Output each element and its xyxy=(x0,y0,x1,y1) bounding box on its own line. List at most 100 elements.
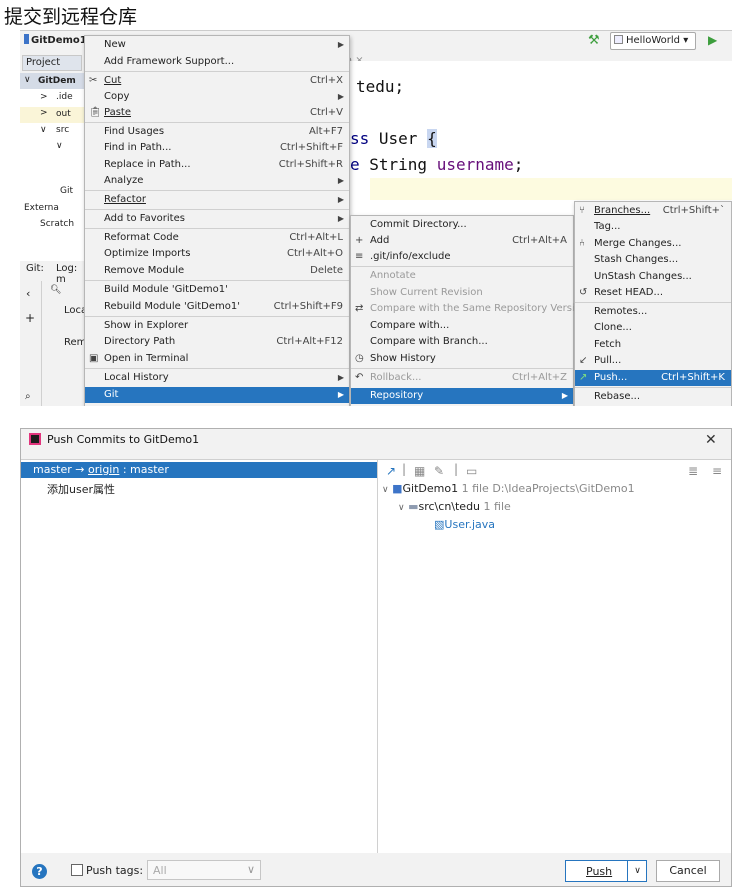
push-icon: ↗ xyxy=(579,372,588,383)
project-tool-tab[interactable]: Project xyxy=(22,55,82,71)
menu-item-open-in-terminal[interactable]: ▣ Open in Terminal xyxy=(85,351,349,367)
commit-item[interactable]: 添加user属性 xyxy=(47,481,115,497)
changes-dir-node[interactable]: ∨ ▬src\cn\tedu 1 file xyxy=(398,500,511,513)
menu-item-find-in-path[interactable]: Find in Path... Ctrl+Shift+F xyxy=(85,140,349,156)
menu-item-optimize-imports[interactable]: Optimize Imports Ctrl+Alt+O xyxy=(85,246,349,262)
branch-push-row[interactable]: master → origin : master xyxy=(21,462,377,478)
menu-item-directory-path[interactable]: Directory Path Ctrl+Alt+F12 xyxy=(85,334,349,350)
tree-item[interactable]: GitDem xyxy=(38,76,76,86)
git-side-toolbar: ‹ + ⌕ xyxy=(20,281,42,406)
tree-item[interactable]: Externa xyxy=(24,203,59,213)
menu-item-compare-with-branch[interactable]: Compare with Branch... xyxy=(351,334,573,350)
menu-item-repository[interactable]: Repository ▶ xyxy=(351,388,573,404)
menu-item-tag[interactable]: Tag... xyxy=(575,219,731,235)
menu-item-show-history[interactable]: ◷ Show History xyxy=(351,351,573,367)
menu-item-compare-with[interactable]: Compare with... xyxy=(351,318,573,334)
search-icon[interactable]: ⌕ xyxy=(25,391,31,402)
menu-item-reset-head[interactable]: ↺ Reset HEAD... xyxy=(575,285,731,301)
menu-item-copy[interactable]: Copy ▶ xyxy=(85,89,349,105)
menu-item-cut[interactable]: ✂ Cut Ctrl+X xyxy=(85,73,349,89)
menu-item-stash-changes[interactable]: Stash Changes... xyxy=(575,252,731,268)
tree-item[interactable]: Git xyxy=(60,186,73,196)
expand-all-icon[interactable]: ≣ xyxy=(688,464,698,478)
menu-item-replace-in-path[interactable]: Replace in Path... Ctrl+Shift+R xyxy=(85,157,349,173)
menu-item-refactor[interactable]: Refactor ▶ xyxy=(85,192,349,208)
arrow-right-icon: → xyxy=(75,463,85,476)
run-config-select[interactable]: HelloWorld ▾ xyxy=(610,32,696,50)
menu-item-find-usages[interactable]: Find Usages Alt+F7 xyxy=(85,124,349,140)
tree-item[interactable]: src xyxy=(56,125,69,135)
run-icon[interactable]: ▶ xyxy=(708,33,717,47)
chevron-left-icon[interactable]: ‹ xyxy=(26,287,30,300)
preview-icon[interactable]: ▭ xyxy=(466,464,477,478)
collapse-all-icon[interactable]: ≡ xyxy=(712,464,722,478)
menu-item-pull[interactable]: ↙ Pull... xyxy=(575,353,731,369)
changes-pane: ↗ | ▦ ✎ | ▭ ≣ ≡ ∨ ■GitDemo1 1 file D:\Id… xyxy=(377,459,731,853)
menu-item-annotate[interactable]: Annotate xyxy=(351,268,573,284)
chevron-down-icon: ∨ xyxy=(246,863,255,876)
menu-item-add-to-favorites[interactable]: Add to Favorites ▶ xyxy=(85,211,349,227)
close-icon[interactable]: ✕ xyxy=(705,432,717,448)
git-tab[interactable]: Git: xyxy=(26,263,44,274)
menu-item-remotes[interactable]: Remotes... xyxy=(575,304,731,320)
menu-item-rebuild-module[interactable]: Rebuild Module 'GitDemo1' Ctrl+Shift+F9 xyxy=(85,299,349,315)
menu-item-merge-changes[interactable]: ⑃ Merge Changes... xyxy=(575,236,731,252)
group-by-icon[interactable]: ▦ xyxy=(414,464,425,478)
project-context-menu: New ▶ Add Framework Support... ✂ Cut Ctrl+X… xyxy=(84,35,350,406)
commits-pane: master → origin : master 添加user属性 xyxy=(21,459,377,853)
menu-item-fetch[interactable]: Fetch xyxy=(575,337,731,353)
menu-item-build-module[interactable]: Build Module 'GitDemo1' xyxy=(85,282,349,298)
menu-item-git[interactable]: Git ▶ xyxy=(85,387,349,403)
run-config-icon xyxy=(614,35,623,44)
tags-select[interactable]: All ∨ xyxy=(147,860,261,880)
search-icon[interactable]: 🔍︎ xyxy=(50,285,61,295)
chevron-down-icon: ∨ xyxy=(382,485,389,495)
tree-item[interactable]: .ide xyxy=(56,92,73,102)
menu-item-git-info-exclude[interactable]: ≡ .git/info/exclude xyxy=(351,249,573,265)
history-icon: ◷ xyxy=(355,353,364,364)
code-line: e String username; xyxy=(350,155,524,174)
target-branch-link[interactable]: master xyxy=(130,463,169,476)
changes-file-node[interactable]: ▧User.java xyxy=(434,518,495,531)
plus-icon[interactable]: + xyxy=(25,311,35,325)
menu-item-paste[interactable]: 📋︎ Paste Ctrl+V xyxy=(85,105,349,121)
module-icon: ■ xyxy=(392,482,403,495)
menu-item-add-framework-support[interactable]: Add Framework Support... xyxy=(85,54,349,70)
remote-link[interactable]: origin xyxy=(88,463,119,476)
pull-icon: ↙ xyxy=(579,355,588,366)
menu-item-unstash-changes[interactable]: UnStash Changes... xyxy=(575,269,731,285)
project-tree: ∨ GitDem > .ide > out ∨ src ∨ Git Extern… xyxy=(20,73,84,263)
changes-root-node[interactable]: ∨ ■GitDemo1 1 file D:\IdeaProjects\GitDe… xyxy=(382,482,635,495)
menu-item-local-history[interactable]: Local History ▶ xyxy=(85,370,349,386)
push-commits-dialog: Push Commits to GitDemo1 ✕ master → orig… xyxy=(20,428,732,887)
menu-item-rollback[interactable]: ↶ Rollback... Ctrl+Alt+Z xyxy=(351,370,573,386)
menu-item-show-current-revision[interactable]: Show Current Revision xyxy=(351,285,573,301)
project-breadcrumb[interactable]: GitDemo1 xyxy=(24,34,87,46)
build-hammer-icon[interactable]: ⚒ xyxy=(588,33,600,48)
tree-item[interactable]: Scratch xyxy=(40,219,74,229)
menu-item-new[interactable]: New ▶ xyxy=(85,37,349,53)
cancel-button[interactable]: Cancel xyxy=(656,860,720,882)
help-icon[interactable]: ? xyxy=(32,864,47,879)
expand-diff-icon[interactable]: ↗ xyxy=(386,464,396,478)
menu-item-show-in-explorer[interactable]: Show in Explorer xyxy=(85,318,349,334)
menu-item-analyze[interactable]: Analyze ▶ xyxy=(85,173,349,189)
file-icon: ≡ xyxy=(355,251,364,262)
ide-screenshot: GitDemo1 ⚒ HelloWorld ▾ ▶ Project a × ∨ … xyxy=(20,30,732,406)
code-line: ss User { xyxy=(350,129,437,148)
tree-item[interactable]: out xyxy=(56,109,71,119)
menu-item-branches[interactable]: ⑂ Branches... Ctrl+Shift+` xyxy=(575,203,731,219)
push-tags-checkbox[interactable] xyxy=(71,864,83,876)
menu-item-add[interactable]: + Add Ctrl+Alt+A xyxy=(351,233,573,249)
push-button[interactable]: Push ∨ xyxy=(565,860,647,882)
menu-item-clone[interactable]: Clone... xyxy=(575,320,731,336)
menu-item-rebase[interactable]: Rebase... xyxy=(575,389,731,405)
menu-item-reformat-code[interactable]: Reformat Code Ctrl+Alt+L xyxy=(85,230,349,246)
menu-item-remove-module[interactable]: Remove Module Delete xyxy=(85,263,349,279)
menu-item-commit-directory[interactable]: Commit Directory... xyxy=(351,217,573,233)
log-tab[interactable]: Log: m xyxy=(56,263,84,285)
menu-item-push[interactable]: ↗ Push... Ctrl+Shift+K xyxy=(575,370,731,386)
push-tags-label: Push tags: xyxy=(86,864,144,877)
edit-icon[interactable]: ✎ xyxy=(434,464,444,478)
menu-item-compare-same-version[interactable]: ⇄ Compare with the Same Repository Versio… xyxy=(351,301,587,317)
